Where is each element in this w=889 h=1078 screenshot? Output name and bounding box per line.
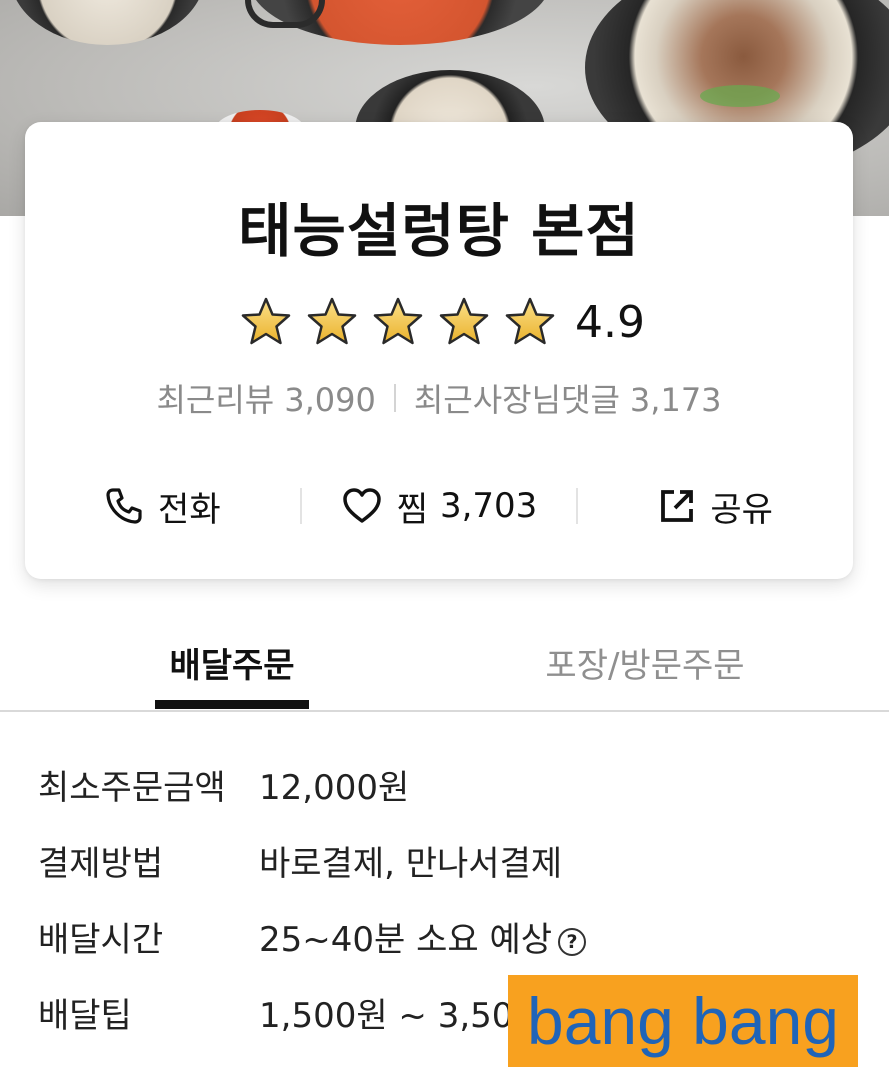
order-type-tabs: 배달주문 포장/방문주문 — [0, 620, 889, 712]
store-info-card: 태능설렁탕 본점 4.9 최근리뷰 3,090 최근사장님댓글 3,173 전화 찜… — [25, 122, 853, 579]
help-icon[interactable]: ? — [558, 928, 587, 956]
favorite-label: 찜 — [396, 489, 428, 530]
info-label: 배달팁 — [38, 996, 132, 1036]
phone-icon — [106, 488, 142, 524]
call-label: 전화 — [158, 489, 221, 530]
star-icon — [373, 297, 423, 345]
green-onion-garnish-image — [700, 85, 780, 107]
info-value: 12,000원 — [259, 768, 410, 808]
star-icon — [505, 297, 555, 345]
active-tab-indicator — [155, 700, 309, 709]
share-button[interactable]: 공유 — [578, 474, 853, 538]
call-button[interactable]: 전화 — [25, 474, 300, 538]
star-icon — [241, 297, 291, 345]
favorite-button[interactable]: 찜 3,703 — [302, 474, 577, 538]
owner-replies-label: 최근사장님댓글 — [413, 381, 620, 419]
info-value-wrap: 25~40분 소요 예상? — [259, 912, 587, 961]
info-row-min-order: 최소주문금액 12,000원 — [38, 760, 858, 836]
stats-divider — [393, 384, 396, 412]
favorite-count: 3,703 — [439, 486, 538, 526]
info-row-payment: 결제방법 바로결제, 만나서결제 — [38, 836, 858, 912]
info-value: 25~40분 소요 예상 — [259, 920, 553, 960]
heart-icon — [342, 488, 381, 523]
info-label: 최소주문금액 — [38, 768, 226, 808]
rating-value: 4.9 — [575, 296, 645, 348]
store-name: 태능설렁탕 본점 — [238, 197, 640, 265]
share-icon — [661, 490, 694, 522]
tab-delivery-order[interactable]: 배달주문 — [155, 638, 309, 687]
store-actions: 전화 찜 3,703 공유 — [25, 474, 853, 538]
owner-replies-link[interactable]: 최근사장님댓글 3,173 — [414, 375, 722, 421]
info-label: 배달시간 — [38, 920, 164, 960]
rating-row: 4.9 — [25, 294, 853, 350]
tab-pickup-visit-order[interactable]: 포장/방문주문 — [520, 638, 770, 687]
info-value: 바로결제, 만나서결제 — [259, 844, 563, 884]
bowl-image — [10, 0, 205, 45]
recent-reviews-link[interactable]: 최근리뷰 3,090 — [156, 375, 375, 421]
star-icon — [307, 297, 357, 345]
recent-reviews-count: 3,090 — [284, 381, 376, 419]
star-icon — [439, 297, 489, 345]
review-stats: 최근리뷰 3,090 최근사장님댓글 3,173 — [25, 376, 853, 420]
recent-reviews-label: 최근리뷰 — [156, 381, 275, 419]
watermark-overlay: bang bang — [508, 975, 858, 1067]
info-label: 결제방법 — [38, 844, 164, 884]
share-label: 공유 — [710, 489, 773, 530]
owner-replies-count: 3,173 — [629, 381, 722, 419]
